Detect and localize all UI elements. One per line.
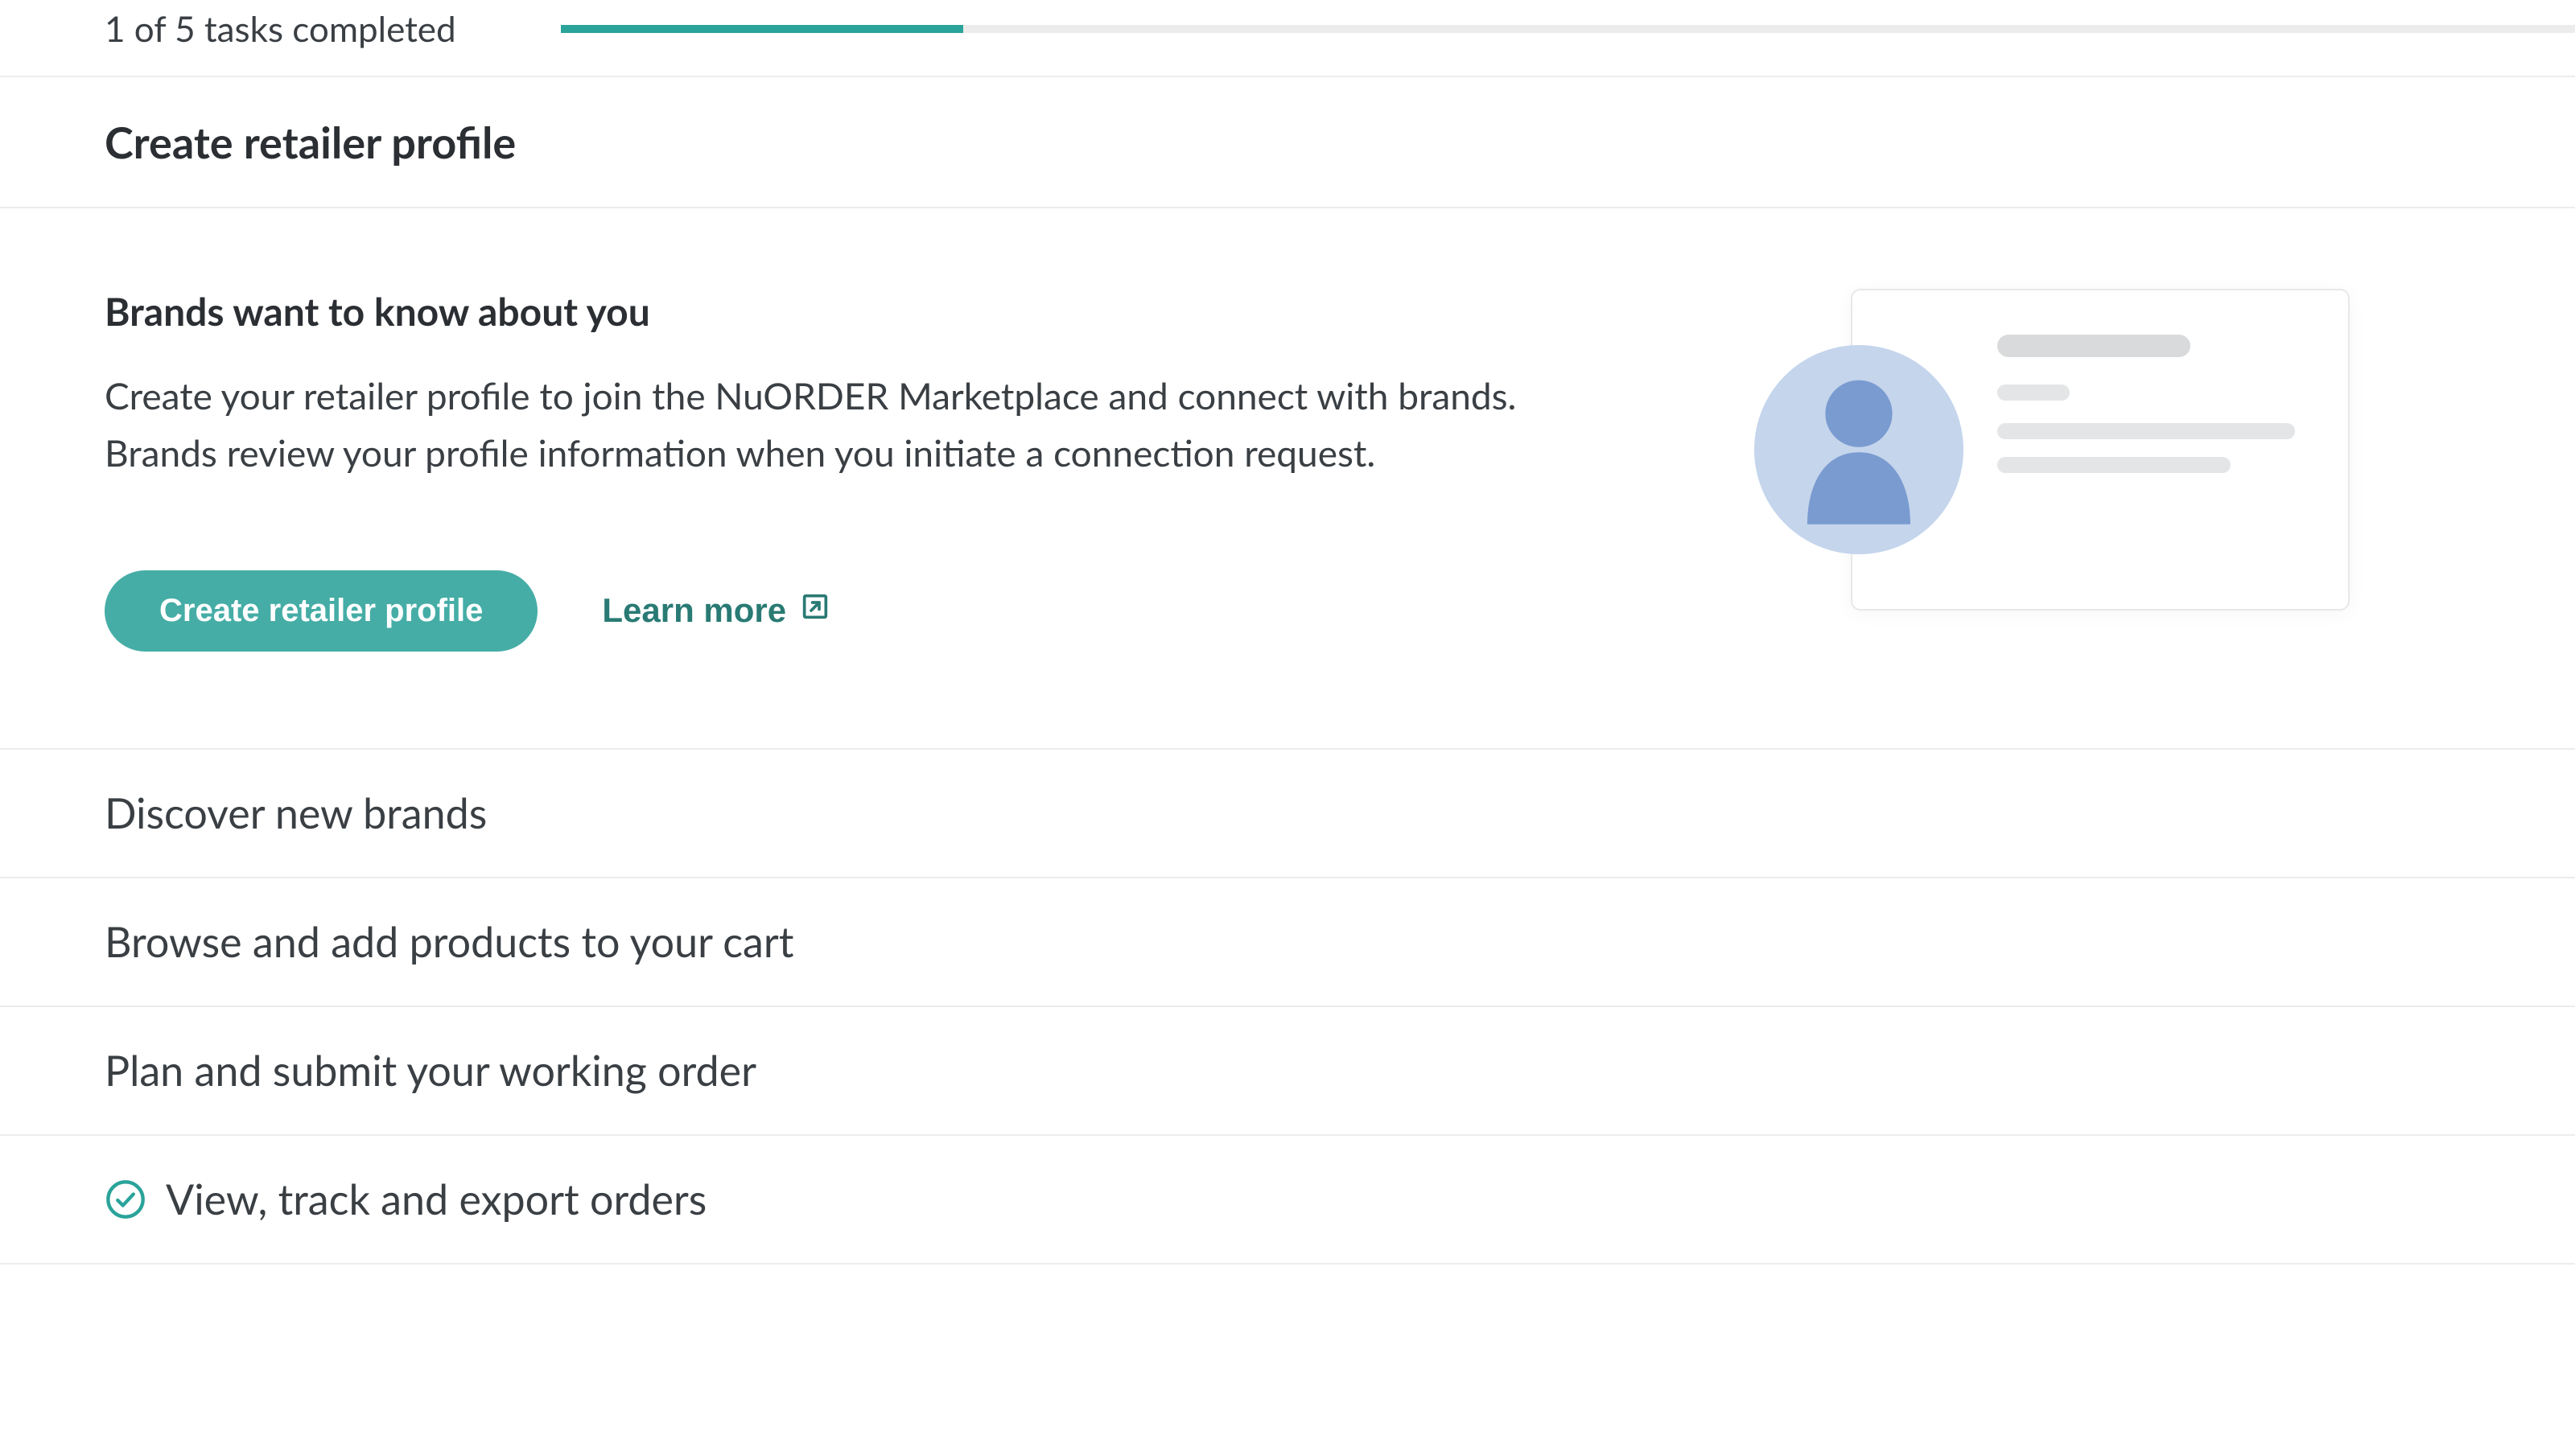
check-circle-icon [105,1178,146,1220]
task-header-plan-submit-order[interactable]: Plan and submit your working order [0,1007,2575,1134]
task-title: Create retailer profile [105,116,2575,168]
learn-more-link[interactable]: Learn more [602,590,831,631]
illustration-line [1997,423,2295,439]
content-description: Create your retailer profile to join the… [105,367,1537,482]
link-label: Learn more [602,591,786,630]
create-retailer-profile-button[interactable]: Create retailer profile [105,570,538,652]
divider [0,1263,2575,1265]
task-title: Plan and submit your working order [105,1046,2575,1096]
task-title: View, track and export orders [166,1174,707,1224]
task-header-create-retailer-profile[interactable]: Create retailer profile [0,77,2575,207]
avatar-icon [1754,345,1963,554]
external-link-icon [799,590,831,631]
task-header-view-track-export[interactable]: View, track and export orders [0,1136,2575,1263]
progress-bar [561,25,2575,33]
task-content: Brands want to know about you Create you… [105,289,1634,652]
progress-fill [561,25,964,33]
progress-row: 1 of 5 tasks completed [0,0,2575,76]
actions-row: Create retailer profile Learn more [105,570,1634,652]
task-title: Discover new brands [105,788,2575,838]
profile-card-illustration [1770,289,2350,611]
task-header-discover-brands[interactable]: Discover new brands [0,750,2575,877]
task-header-browse-products[interactable]: Browse and add products to your cart [0,878,2575,1006]
illustration-line [1997,335,2190,357]
illustration-line [1997,385,2070,401]
progress-label: 1 of 5 tasks completed [105,8,456,50]
illustration-line [1997,457,2231,473]
task-title: Browse and add products to your cart [105,917,2575,967]
task-body-create-retailer-profile: Brands want to know about you Create you… [0,208,2575,748]
content-heading: Brands want to know about you [105,289,1634,335]
button-label: Create retailer profile [159,593,483,628]
